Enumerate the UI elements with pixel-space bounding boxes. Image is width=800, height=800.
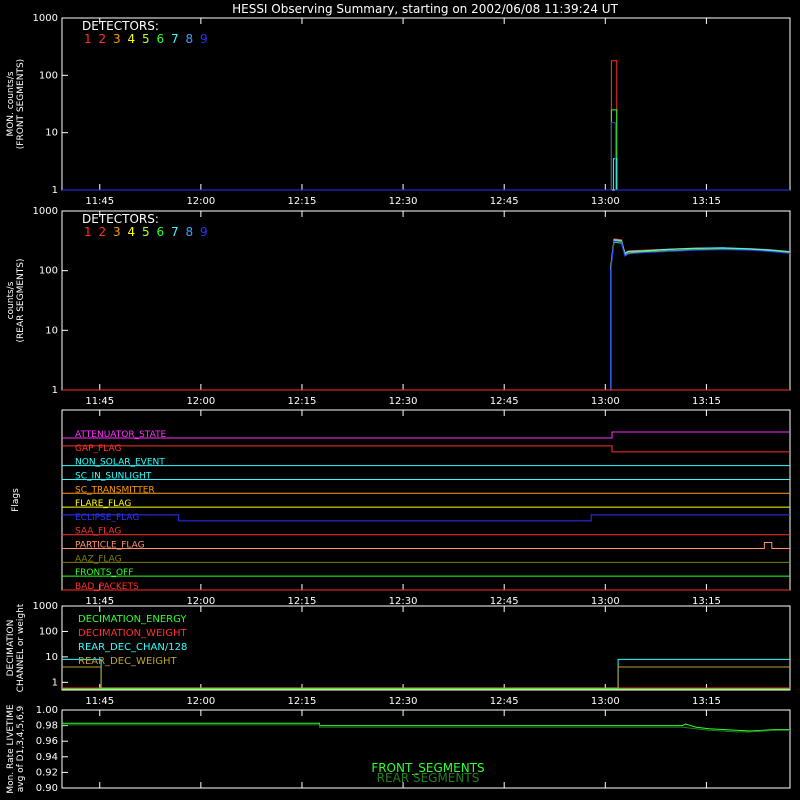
livetime-ytick-label: 1.00 <box>36 705 58 716</box>
front-ylabel: (FRONT SEGMENTS) <box>16 59 26 149</box>
rear-detectors-label: DETECTORS: <box>82 212 159 226</box>
flag-label: PARTICLE_FLAG <box>75 541 145 551</box>
flags-xtick-label: 11:45 <box>85 596 114 607</box>
flags-xtick-label: 13:15 <box>692 596 721 607</box>
rear-ytick-label: 10 <box>45 325 58 336</box>
decimation-ylabel: CHANNEL or weight <box>16 603 26 692</box>
livetime-ylabel: avg of D1,3,4,5,6,9 <box>16 705 26 792</box>
flag-label: GAP_FLAG <box>75 444 121 454</box>
livetime-ytick-label: 0.96 <box>36 736 58 747</box>
livetime-legend-entry: REAR SEGMENTS <box>377 771 480 785</box>
livetime-ytick-label: 0.92 <box>36 767 58 778</box>
livetime-ylabel: Mon. Rate LIVETIME <box>6 704 16 794</box>
decimation-xtick-label: 12:00 <box>186 696 215 707</box>
rear-xtick-label: 12:30 <box>389 396 418 407</box>
flags-xtick-label: 13:00 <box>591 596 620 607</box>
front-detector-number: 5 <box>142 32 150 46</box>
front-ytick-label: 100 <box>39 70 58 81</box>
flag-label: BAD_PACKETS <box>75 582 139 592</box>
front-xtick-label: 13:15 <box>692 196 721 207</box>
decimation-ytick-label: 1 <box>52 677 58 688</box>
livetime-ytick-label: 0.90 <box>36 783 58 794</box>
front-ytick-label: 1000 <box>33 13 58 24</box>
decimation-xtick-label: 12:15 <box>288 696 317 707</box>
flag-label: FRONTS_OFF <box>75 568 133 578</box>
decimation-xtick-label: 12:30 <box>389 696 418 707</box>
front-detector-number: 6 <box>157 32 165 46</box>
flag-label: FLARE_FLAG <box>75 499 131 509</box>
front-xtick-label: 12:15 <box>288 196 317 207</box>
chart-svg: HESSI Observing Summary, starting on 200… <box>0 0 800 800</box>
front-ytick-label: 1 <box>52 185 58 196</box>
front-ylabel: MON. counts/s <box>6 71 16 136</box>
rear-xtick-label: 12:15 <box>288 396 317 407</box>
rear-ytick-label: 1000 <box>33 206 58 217</box>
flag-label: NON_SOLAR_EVENT <box>75 458 165 468</box>
flag-label: SC_TRANSMITTER <box>75 485 155 495</box>
rear-xtick-label: 11:45 <box>85 396 114 407</box>
front-xtick-label: 11:45 <box>85 196 114 207</box>
front-detector-number: 3 <box>113 32 121 46</box>
flag-label: ECLIPSE_FLAG <box>75 513 139 523</box>
rear-detector-number: 5 <box>142 225 150 239</box>
front-xtick-label: 12:00 <box>186 196 215 207</box>
flags-xtick-label: 12:30 <box>389 596 418 607</box>
front-detector-number: 9 <box>200 32 208 46</box>
front-xtick-label: 12:30 <box>389 196 418 207</box>
front-xtick-label: 13:00 <box>591 196 620 207</box>
front-ytick-label: 10 <box>45 128 58 139</box>
flag-label: SC_IN_SUNLIGHT <box>75 471 152 481</box>
rear-ytick-label: 1 <box>52 385 58 396</box>
rear-xtick-label: 13:00 <box>591 396 620 407</box>
rear-ylabel: counts/s <box>6 281 16 319</box>
front-detector-number: 7 <box>171 32 179 46</box>
decimation-legend-entry: REAR_DEC_WEIGHT <box>78 656 177 667</box>
front-detectors-label: DETECTORS: <box>82 19 159 33</box>
rear-detector-number: 2 <box>99 225 107 239</box>
front-detector-number: 8 <box>186 32 194 46</box>
flag-label: AAZ_FLAG <box>75 554 122 564</box>
flag-label: SAA_FLAG <box>75 527 121 537</box>
decimation-legend-entry: DECIMATION_ENERGY <box>78 614 187 625</box>
decimation-ytick-label: 100 <box>39 626 58 637</box>
rear-detector-number: 4 <box>128 225 136 239</box>
rear-xtick-label: 12:45 <box>490 396 519 407</box>
front-detector-number: 2 <box>99 32 107 46</box>
decimation-xtick-label: 13:15 <box>692 696 721 707</box>
flags-xtick-label: 12:00 <box>186 596 215 607</box>
decimation-ytick-label: 10 <box>45 652 58 663</box>
decimation-legend-entry: DECIMATION_WEIGHT <box>78 628 187 639</box>
rear-ytick-label: 100 <box>39 266 58 277</box>
flags-ylabel: Flags <box>11 488 21 512</box>
flag-label: ATTENUATOR_STATE <box>75 430 167 440</box>
rear-detector-number: 1 <box>84 225 92 239</box>
rear-xtick-label: 12:00 <box>186 396 215 407</box>
rear-detector-number: 8 <box>186 225 194 239</box>
rear-ylabel: (REAR SEGMENTS) <box>16 258 26 342</box>
front-xtick-label: 12:45 <box>490 196 519 207</box>
rear-detector-number: 3 <box>113 225 121 239</box>
livetime-ytick-label: 0.98 <box>36 721 58 732</box>
chart-title: HESSI Observing Summary, starting on 200… <box>232 2 618 16</box>
livetime-ytick-label: 0.94 <box>36 752 58 763</box>
decimation-legend-entry: REAR_DEC_CHAN/128 <box>78 642 187 653</box>
front-detector-number: 1 <box>84 32 92 46</box>
decimation-xtick-label: 13:00 <box>591 696 620 707</box>
decimation-xtick-label: 11:45 <box>85 696 114 707</box>
observing-summary-figure: HESSI Observing Summary, starting on 200… <box>0 0 800 800</box>
front-detector-number: 4 <box>128 32 136 46</box>
flags-xtick-label: 12:45 <box>490 596 519 607</box>
rear-xtick-label: 13:15 <box>692 396 721 407</box>
flags-xtick-label: 12:15 <box>288 596 317 607</box>
rear-detector-number: 6 <box>157 225 165 239</box>
rear-detector-number: 9 <box>200 225 208 239</box>
rear-detector-number: 7 <box>171 225 179 239</box>
decimation-xtick-label: 12:45 <box>490 696 519 707</box>
decimation-ytick-label: 1000 <box>33 601 58 612</box>
decimation-ylabel: DECIMATION <box>6 620 16 677</box>
